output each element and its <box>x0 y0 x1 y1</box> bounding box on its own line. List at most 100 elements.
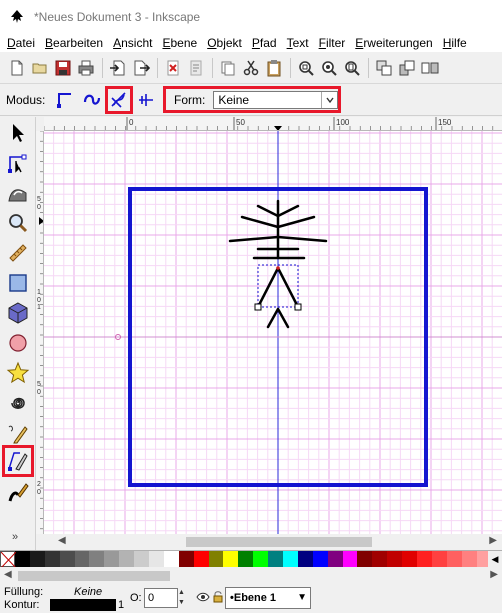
color-swatch[interactable] <box>29 551 45 567</box>
paste-button[interactable] <box>263 57 285 79</box>
menu-text[interactable]: Text <box>282 36 314 50</box>
color-swatch[interactable] <box>15 551 30 567</box>
color-swatch[interactable] <box>372 551 388 567</box>
spiral-tool-button[interactable] <box>4 389 32 417</box>
ungroup-button[interactable] <box>419 57 441 79</box>
no-paint-swatch[interactable] <box>0 551 17 569</box>
color-swatch[interactable] <box>163 551 179 567</box>
zoom-selection-button[interactable] <box>295 57 317 79</box>
redo-button[interactable] <box>185 57 207 79</box>
node-handle-left[interactable] <box>254 303 262 311</box>
scroll-left-icon[interactable]: ◀ <box>4 569 12 580</box>
color-swatch[interactable] <box>417 551 432 567</box>
color-swatch[interactable] <box>283 551 298 567</box>
color-swatch[interactable] <box>178 551 194 567</box>
horizontal-scrollbar[interactable]: ◀ ▶ <box>36 534 502 550</box>
palette-menu-icon[interactable]: ◀ <box>488 551 502 567</box>
duplicate-button[interactable] <box>373 57 395 79</box>
menu-pfad[interactable]: Pfad <box>247 36 282 50</box>
more-tools-indicator[interactable]: » <box>12 531 18 543</box>
pen-tool-button[interactable] <box>2 445 34 477</box>
color-swatch[interactable] <box>297 551 313 567</box>
drawing-canvas[interactable] <box>44 131 502 534</box>
rect-tool-button[interactable] <box>4 269 32 297</box>
color-swatch[interactable] <box>223 551 239 567</box>
color-swatch[interactable] <box>134 551 150 567</box>
node-handle-right[interactable] <box>294 303 302 311</box>
color-swatch[interactable] <box>193 551 209 567</box>
stroke-color-swatch[interactable] <box>50 599 116 611</box>
tweak-tool-button[interactable] <box>4 179 32 207</box>
color-swatch[interactable] <box>253 551 269 567</box>
scroll-right-icon[interactable]: ▶ <box>489 535 497 546</box>
calligraphy-tool-button[interactable] <box>4 479 32 507</box>
lock-icon[interactable] <box>212 590 224 604</box>
spiro-mode-button[interactable] <box>80 88 104 112</box>
node-tool-button[interactable] <box>4 149 32 177</box>
color-swatch[interactable] <box>149 551 164 567</box>
color-swatch[interactable] <box>461 551 477 567</box>
scrollbar-thumb[interactable] <box>186 537 372 547</box>
color-swatch[interactable] <box>342 551 358 567</box>
stroke-width-value[interactable]: 1 <box>118 599 124 611</box>
menu-ansicht[interactable]: Ansicht <box>108 36 157 50</box>
new-document-button[interactable] <box>6 57 28 79</box>
color-swatch[interactable] <box>104 551 120 567</box>
layer-dropdown[interactable]: •Ebene 1 ▼ <box>225 587 311 609</box>
color-swatch[interactable] <box>89 551 105 567</box>
undo-button[interactable] <box>162 57 184 79</box>
palette-scrollbar[interactable]: ◀ ▶ <box>0 567 502 584</box>
color-swatch[interactable] <box>402 551 418 567</box>
color-swatch[interactable] <box>44 551 60 567</box>
opacity-stepper[interactable]: ▲ ▼ <box>178 588 188 608</box>
fill-value[interactable]: Keine <box>74 586 102 598</box>
bezier-mode-button[interactable] <box>53 88 77 112</box>
save-button[interactable] <box>52 57 74 79</box>
color-swatch[interactable] <box>431 551 447 567</box>
print-button[interactable] <box>75 57 97 79</box>
menu-filter[interactable]: Filter <box>314 36 351 50</box>
export-button[interactable] <box>130 57 152 79</box>
scrollbar-thumb[interactable] <box>18 571 170 581</box>
import-button[interactable] <box>107 57 129 79</box>
group-button[interactable] <box>396 57 418 79</box>
node-point[interactable] <box>276 266 280 270</box>
star-tool-button[interactable] <box>4 359 32 387</box>
zoom-tool-button[interactable] <box>4 209 32 237</box>
box3d-tool-button[interactable] <box>4 299 32 327</box>
color-swatch[interactable] <box>238 551 254 567</box>
scroll-right-icon[interactable]: ▶ <box>490 569 498 580</box>
pencil-tool-button[interactable] <box>4 419 32 447</box>
color-swatch[interactable] <box>312 551 328 567</box>
vertical-ruler[interactable]: 501015020 <box>36 131 44 534</box>
opacity-input[interactable]: 0 <box>144 588 178 608</box>
color-swatch[interactable] <box>208 551 224 567</box>
menu-hilfe[interactable]: Hilfe <box>438 36 472 50</box>
color-swatch[interactable] <box>59 551 75 567</box>
color-swatch[interactable] <box>327 551 343 567</box>
eye-icon[interactable] <box>196 590 210 604</box>
menu-bearbeiten[interactable]: Bearbeiten <box>40 36 108 50</box>
ellipse-tool-button[interactable] <box>4 329 32 357</box>
menu-datei[interactable]: Datei <box>0 36 40 50</box>
color-swatch[interactable] <box>74 551 90 567</box>
cut-button[interactable] <box>240 57 262 79</box>
shape-dropdown[interactable]: Keine <box>213 90 338 109</box>
color-swatch[interactable] <box>387 551 403 567</box>
color-swatch[interactable] <box>446 551 462 567</box>
paraxial-mode-button[interactable] <box>134 88 158 112</box>
zoom-page-button[interactable] <box>341 57 363 79</box>
color-swatch[interactable] <box>119 551 135 567</box>
color-swatch[interactable] <box>268 551 284 567</box>
open-button[interactable] <box>29 57 51 79</box>
menu-objekt[interactable]: Objekt <box>202 36 247 50</box>
horizontal-ruler[interactable]: 0 50 100 150 <box>44 117 502 131</box>
selector-tool-button[interactable] <box>4 119 32 147</box>
menu-erweiterungen[interactable]: Erweiterungen <box>350 36 437 50</box>
scroll-left-icon[interactable]: ◀ <box>58 535 66 546</box>
zoom-drawing-button[interactable] <box>318 57 340 79</box>
menu-ebene[interactable]: Ebene <box>157 36 202 50</box>
measure-tool-button[interactable] <box>4 239 32 267</box>
bspline-mode-button[interactable] <box>105 85 134 114</box>
copy-button[interactable] <box>217 57 239 79</box>
